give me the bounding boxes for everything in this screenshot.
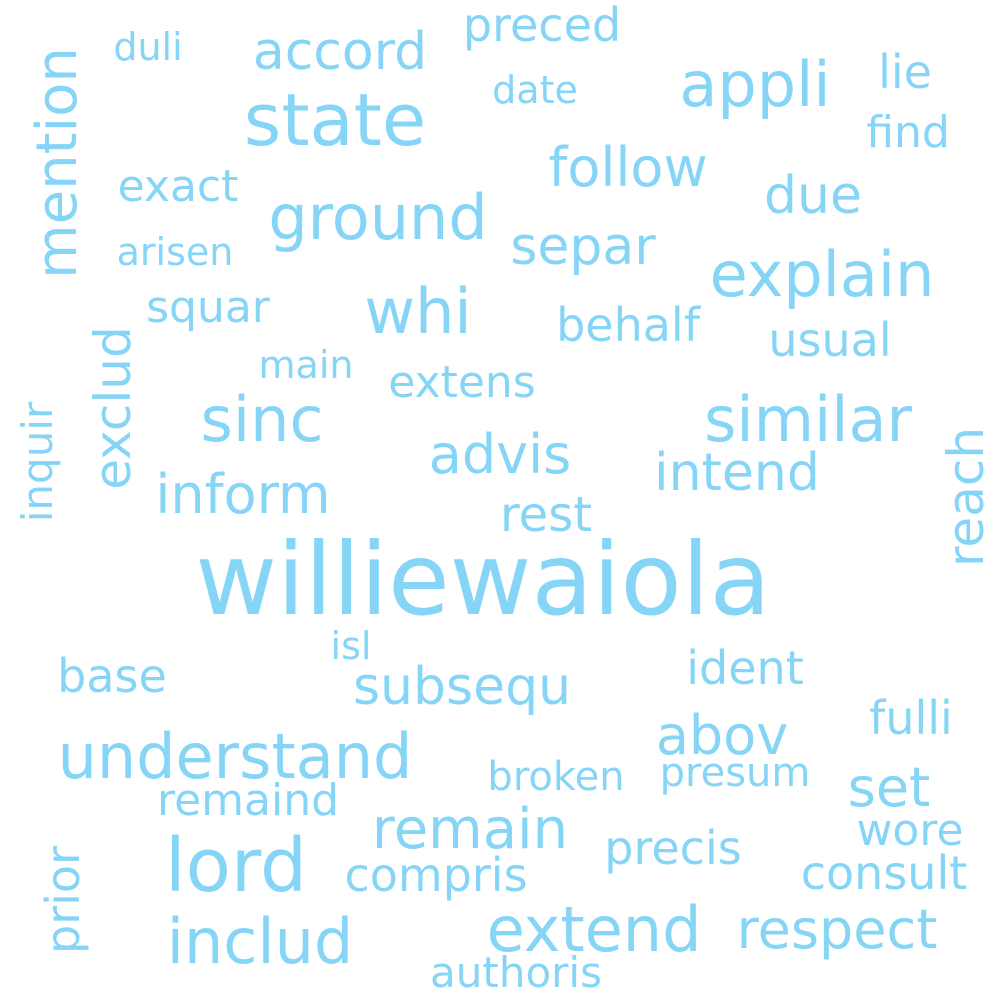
word: mention [25, 47, 90, 279]
word: separ [510, 217, 656, 277]
word: ground [268, 181, 488, 254]
word: prior [36, 846, 90, 954]
word: date [492, 68, 578, 112]
word: main [258, 343, 354, 387]
word: fulli [869, 691, 953, 745]
word: exact [117, 161, 239, 212]
word: explain [709, 238, 935, 311]
word: authoris [430, 948, 602, 997]
word: inquir [13, 401, 62, 523]
word: subsequ [352, 657, 572, 717]
word: advis [428, 423, 572, 486]
word: rest [499, 487, 593, 543]
word: reach [937, 426, 995, 568]
word: base [57, 649, 167, 703]
word: remaind [156, 775, 340, 826]
word: lie [878, 45, 932, 99]
word: whi [364, 275, 472, 348]
word: follow [548, 136, 708, 199]
word: duli [113, 25, 183, 69]
word-cloud: williewaiola state accord preced duli ap… [0, 0, 1000, 1000]
word: arisen [116, 230, 234, 274]
word: respect [736, 898, 938, 961]
word: appli [679, 48, 831, 121]
word: due [764, 166, 862, 226]
word: usual [768, 313, 892, 367]
word: ident [686, 641, 804, 695]
word: presum [659, 750, 811, 796]
word: find [866, 107, 950, 158]
word: precis [604, 821, 742, 875]
word: preced [462, 0, 622, 52]
word: consult [800, 846, 968, 900]
word: sinc [200, 383, 324, 456]
word: compris [344, 848, 528, 902]
word: extens [388, 357, 536, 408]
word: inform [155, 463, 331, 526]
word: squar [146, 282, 270, 333]
word: exclud [84, 326, 142, 490]
word: accord [252, 22, 428, 82]
word: lord [165, 823, 307, 909]
word: includ [166, 905, 354, 978]
word: intend [654, 443, 820, 503]
word: behalf [556, 298, 700, 352]
word: similar [704, 383, 912, 456]
word: broken [487, 754, 625, 800]
word: williewaiola [195, 521, 771, 638]
word: state [243, 78, 427, 162]
